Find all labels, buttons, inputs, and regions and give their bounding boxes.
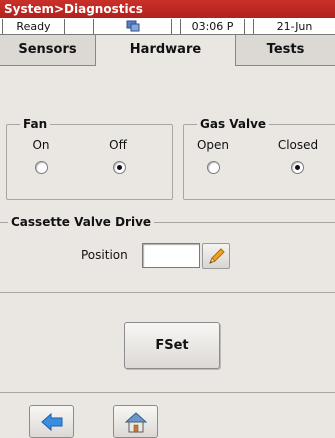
gas-valve-open-radio[interactable] [207, 161, 220, 174]
fan-legend: Fan [20, 117, 51, 131]
gas-valve-open-label: Open [196, 138, 230, 152]
status-date: 21-Jun [253, 19, 335, 34]
tab-tests[interactable]: Tests [236, 35, 335, 66]
gas-valve-closed-radio[interactable] [291, 161, 304, 174]
status-time: 03:06 P [180, 19, 245, 34]
fan-on-label: On [32, 138, 50, 152]
fan-group [6, 124, 173, 200]
tab-hardware[interactable]: Hardware [95, 35, 236, 66]
diagnostics-screen: System>Diagnostics Ready 03:06 P 21-Jun … [0, 0, 335, 438]
back-button[interactable] [29, 405, 74, 438]
network-status-icon [93, 19, 172, 34]
section-divider-1 [0, 292, 335, 293]
home-button[interactable] [113, 405, 158, 438]
gas-valve-legend: Gas Valve [197, 117, 270, 131]
status-bar: Ready 03:06 P 21-Jun [0, 18, 335, 35]
tab-bar: Sensors Hardware Tests [0, 35, 335, 66]
edit-position-button[interactable] [202, 243, 230, 269]
position-input[interactable] [142, 243, 200, 268]
gas-valve-group [183, 124, 335, 200]
gas-valve-closed-selected-dot [295, 165, 300, 170]
position-label: Position [81, 248, 128, 262]
fan-off-selected-dot [117, 165, 122, 170]
pencil-icon [207, 247, 226, 270]
home-icon [124, 410, 148, 438]
fan-off-radio[interactable] [113, 161, 126, 174]
tab-sensors[interactable]: Sensors [0, 35, 95, 66]
section-divider-2 [0, 392, 335, 393]
fset-button[interactable]: FSet [124, 322, 220, 369]
gas-valve-closed-label: Closed [277, 138, 319, 152]
fan-off-label: Off [109, 138, 127, 152]
cassette-section-title: Cassette Valve Drive [8, 215, 155, 229]
status-state: Ready [2, 19, 65, 34]
back-arrow-icon [41, 412, 63, 436]
fan-on-radio[interactable] [35, 161, 48, 174]
window-title: System>Diagnostics [0, 0, 335, 18]
